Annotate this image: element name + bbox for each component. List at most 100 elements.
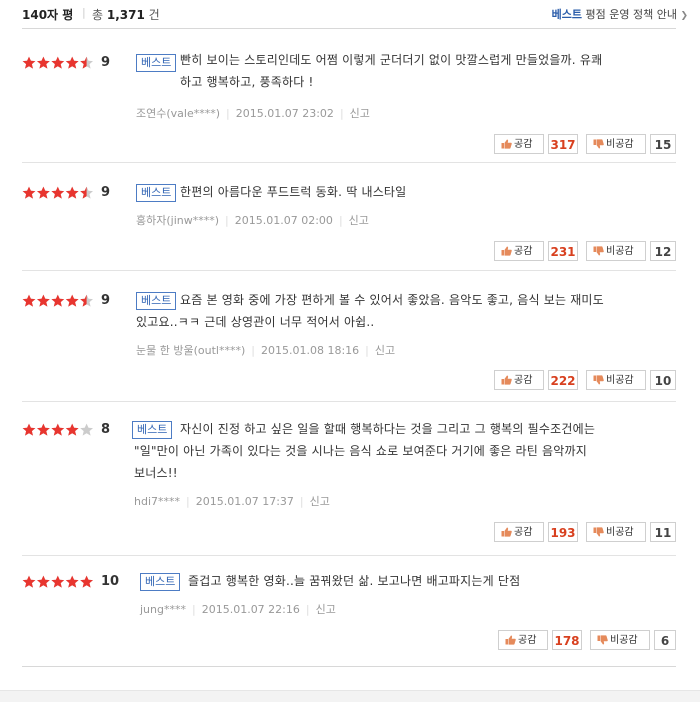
review-item: 9 베스트 요즘 본 영화 중에 가장 편하게 볼 수 있어서 좋았음. 음악도… (22, 271, 676, 402)
review-text: 즐겁고 행복한 영화..늘 꿈꿔왔던 삶. 보고나면 배고파지는게 단점 (188, 570, 676, 592)
section-title: 140자 평 (22, 8, 74, 22)
sympathy-button[interactable]: 공감 (494, 134, 544, 154)
thumbs-down-icon (593, 139, 604, 149)
report-link[interactable]: 신고 (349, 214, 369, 227)
star-full-icon (65, 575, 79, 588)
non-sympathy-button[interactable]: 비공감 (586, 241, 646, 261)
star-empty-icon (80, 423, 93, 436)
sympathy-count: 222 (548, 370, 578, 390)
star-rating-icon (22, 423, 93, 436)
review-item: 9 베스트 빤히 보이는 스토리인데도 어쩜 이렇게 군더더기 없이 맛깔스럽게… (22, 29, 676, 163)
star-full-icon (37, 423, 50, 436)
vote-actions: 공감 222 비공감 10 (494, 370, 676, 390)
star-rating (22, 186, 94, 200)
non-sympathy-button[interactable]: 비공감 (586, 134, 646, 154)
author-name[interactable]: 홍하자(jinw****) (136, 214, 219, 227)
star-full-icon (37, 575, 50, 588)
sympathy-count: 178 (552, 630, 582, 650)
author-name[interactable]: hdi7**** (134, 495, 180, 508)
report-link[interactable]: 신고 (310, 495, 330, 508)
sympathy-button[interactable]: 공감 (498, 630, 548, 650)
non-sympathy-button[interactable]: 비공감 (586, 370, 646, 390)
star-full-icon (65, 423, 79, 436)
report-link[interactable]: 신고 (375, 344, 395, 357)
star-rating-icon (22, 186, 93, 199)
star-full-icon (51, 56, 65, 69)
thumbs-up-icon (501, 527, 512, 537)
star-rating-icon (22, 575, 93, 588)
review-meta: 조연수(vale****) | 2015.01.07 23:02 | 신고 (136, 107, 370, 120)
author-name[interactable]: jung**** (140, 603, 186, 616)
header-divider: | (82, 6, 86, 19)
star-rating (22, 575, 94, 589)
non-sympathy-button[interactable]: 비공감 (586, 522, 646, 542)
best-badge: 베스트 (140, 573, 181, 591)
review-header: 140자 평 | 총 1,371 건 베스트 평점 운영 정책 안내 ❯ (0, 0, 700, 28)
star-full-icon (22, 575, 36, 588)
star-full-icon (22, 56, 36, 69)
star-full-icon (65, 186, 79, 199)
star-full-icon (22, 186, 36, 199)
report-link[interactable]: 신고 (316, 603, 336, 616)
best-badge: 베스트 (136, 292, 177, 310)
non-sympathy-button[interactable]: 비공감 (590, 630, 650, 650)
review-text-line: "일"만이 아닌 가족이 있다는 것을 시나는 음식 쇼로 보여준다 거기에 좋… (134, 444, 588, 458)
thumbs-up-icon (501, 139, 512, 149)
vote-actions: 공감 231 비공감 12 (494, 241, 676, 261)
thumbs-up-icon (501, 246, 512, 256)
review-date: 2015.01.07 02:00 (234, 214, 333, 227)
review-date: 2015.01.07 22:16 (201, 603, 300, 616)
star-half-icon (80, 294, 93, 307)
rating-score: 9 (101, 55, 111, 70)
vote-actions: 공감 317 비공감 15 (494, 134, 676, 154)
review-item: 10 베스트 즐겁고 행복한 영화..늘 꿈꿔왔던 삶. 보고나면 배고파지는게… (22, 556, 676, 666)
rating-score: 9 (101, 185, 111, 200)
review-text: 빤히 보이는 스토리인데도 어쩜 이렇게 군더더기 없이 맛깔스럽게 만들었을까… (180, 49, 676, 93)
review-text: 자신이 진정 하고 싶은 일을 할때 행복하다는 것을 그리고 그 행복의 필수… (134, 418, 676, 484)
thumbs-down-icon (593, 246, 604, 256)
star-full-icon (51, 186, 65, 199)
non-sympathy-count: 11 (650, 522, 676, 542)
review-text: 한편의 아름다운 푸드트럭 동화. 딱 내스타일 (180, 181, 676, 203)
vote-actions: 공감 178 비공감 6 (498, 630, 676, 650)
review-text-line: 한편의 아름다운 푸드트럭 동화. 딱 내스타일 (180, 185, 407, 199)
star-rating-icon (22, 294, 93, 307)
star-full-icon (22, 423, 36, 436)
rating-policy-link[interactable]: 베스트 평점 운영 정책 안내 ❯ (552, 6, 688, 22)
sympathy-button[interactable]: 공감 (494, 370, 544, 390)
review-date: 2015.01.07 23:02 (235, 107, 334, 120)
star-full-icon (51, 294, 65, 307)
chevron-right-icon: ❯ (680, 11, 688, 21)
best-badge: 베스트 (136, 54, 177, 72)
non-sympathy-count: 12 (650, 241, 676, 261)
star-rating-icon (22, 56, 93, 69)
thumbs-down-icon (593, 375, 604, 385)
review-date: 2015.01.07 17:37 (195, 495, 294, 508)
rating-score: 8 (101, 422, 111, 437)
star-rating (22, 56, 94, 70)
non-sympathy-count: 15 (650, 134, 676, 154)
star-full-icon (37, 294, 50, 307)
review-meta: 홍하자(jinw****) | 2015.01.07 02:00 | 신고 (136, 214, 369, 227)
rating-score: 9 (101, 293, 111, 308)
review-text-line: 즐겁고 행복한 영화..늘 꿈꿔왔던 삶. 보고나면 배고파지는게 단점 (188, 574, 521, 588)
review-text-line: 자신이 진정 하고 싶은 일을 할때 행복하다는 것을 그리고 그 행복의 필수… (180, 422, 596, 436)
review-meta: jung**** | 2015.01.07 22:16 | 신고 (140, 603, 336, 616)
sympathy-button[interactable]: 공감 (494, 241, 544, 261)
thumbs-down-icon (597, 635, 608, 645)
sympathy-count: 193 (548, 522, 578, 542)
star-full-icon (65, 56, 79, 69)
footer-band (0, 690, 700, 702)
review-item: 9 베스트 한편의 아름다운 푸드트럭 동화. 딱 내스타일 홍하자(jinw*… (22, 163, 676, 271)
thumbs-up-icon (505, 635, 516, 645)
sympathy-button[interactable]: 공감 (494, 522, 544, 542)
review-text-line: 있고요..ㅋㅋ 근데 상영관이 너무 적어서 아쉽.. (136, 315, 375, 329)
star-full-icon (80, 575, 93, 588)
thumbs-up-icon (501, 375, 512, 385)
report-link[interactable]: 신고 (350, 107, 370, 120)
star-rating (22, 423, 94, 437)
author-name[interactable]: 조연수(vale****) (136, 107, 220, 120)
star-full-icon (22, 294, 36, 307)
author-name[interactable]: 눈물 한 방울(outl****) (136, 344, 245, 357)
star-full-icon (51, 423, 65, 436)
